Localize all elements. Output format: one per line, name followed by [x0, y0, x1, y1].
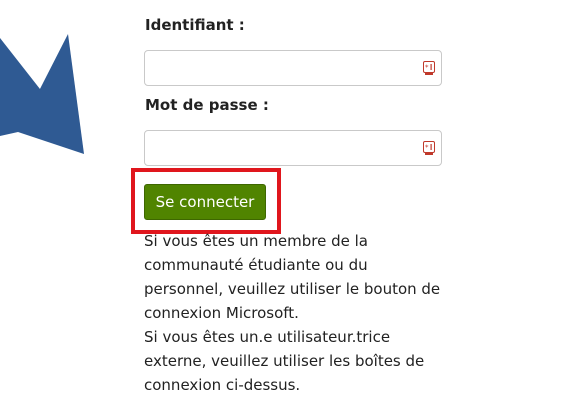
svg-text:*: * — [425, 64, 429, 72]
info-paragraph-internal: Si vous êtes un membre de la communauté … — [144, 232, 441, 322]
pointer-arrow-icon — [0, 34, 84, 154]
password-label: Mot de passe : — [145, 96, 269, 114]
login-button[interactable]: Se connecter — [144, 184, 266, 220]
key-badge-icon[interactable]: * — [423, 61, 435, 75]
password-field[interactable]: * — [144, 130, 442, 166]
info-text: Si vous êtes un membre de la communauté … — [144, 229, 444, 397]
svg-text:*: * — [425, 144, 429, 152]
password-input[interactable] — [145, 131, 441, 165]
username-field[interactable]: * — [144, 50, 442, 86]
info-paragraph-external: Si vous êtes un.e utilisateur.trice exte… — [144, 328, 425, 394]
username-input[interactable] — [145, 51, 441, 85]
key-badge-icon[interactable]: * — [423, 141, 435, 155]
username-label: Identifiant : — [145, 16, 245, 34]
